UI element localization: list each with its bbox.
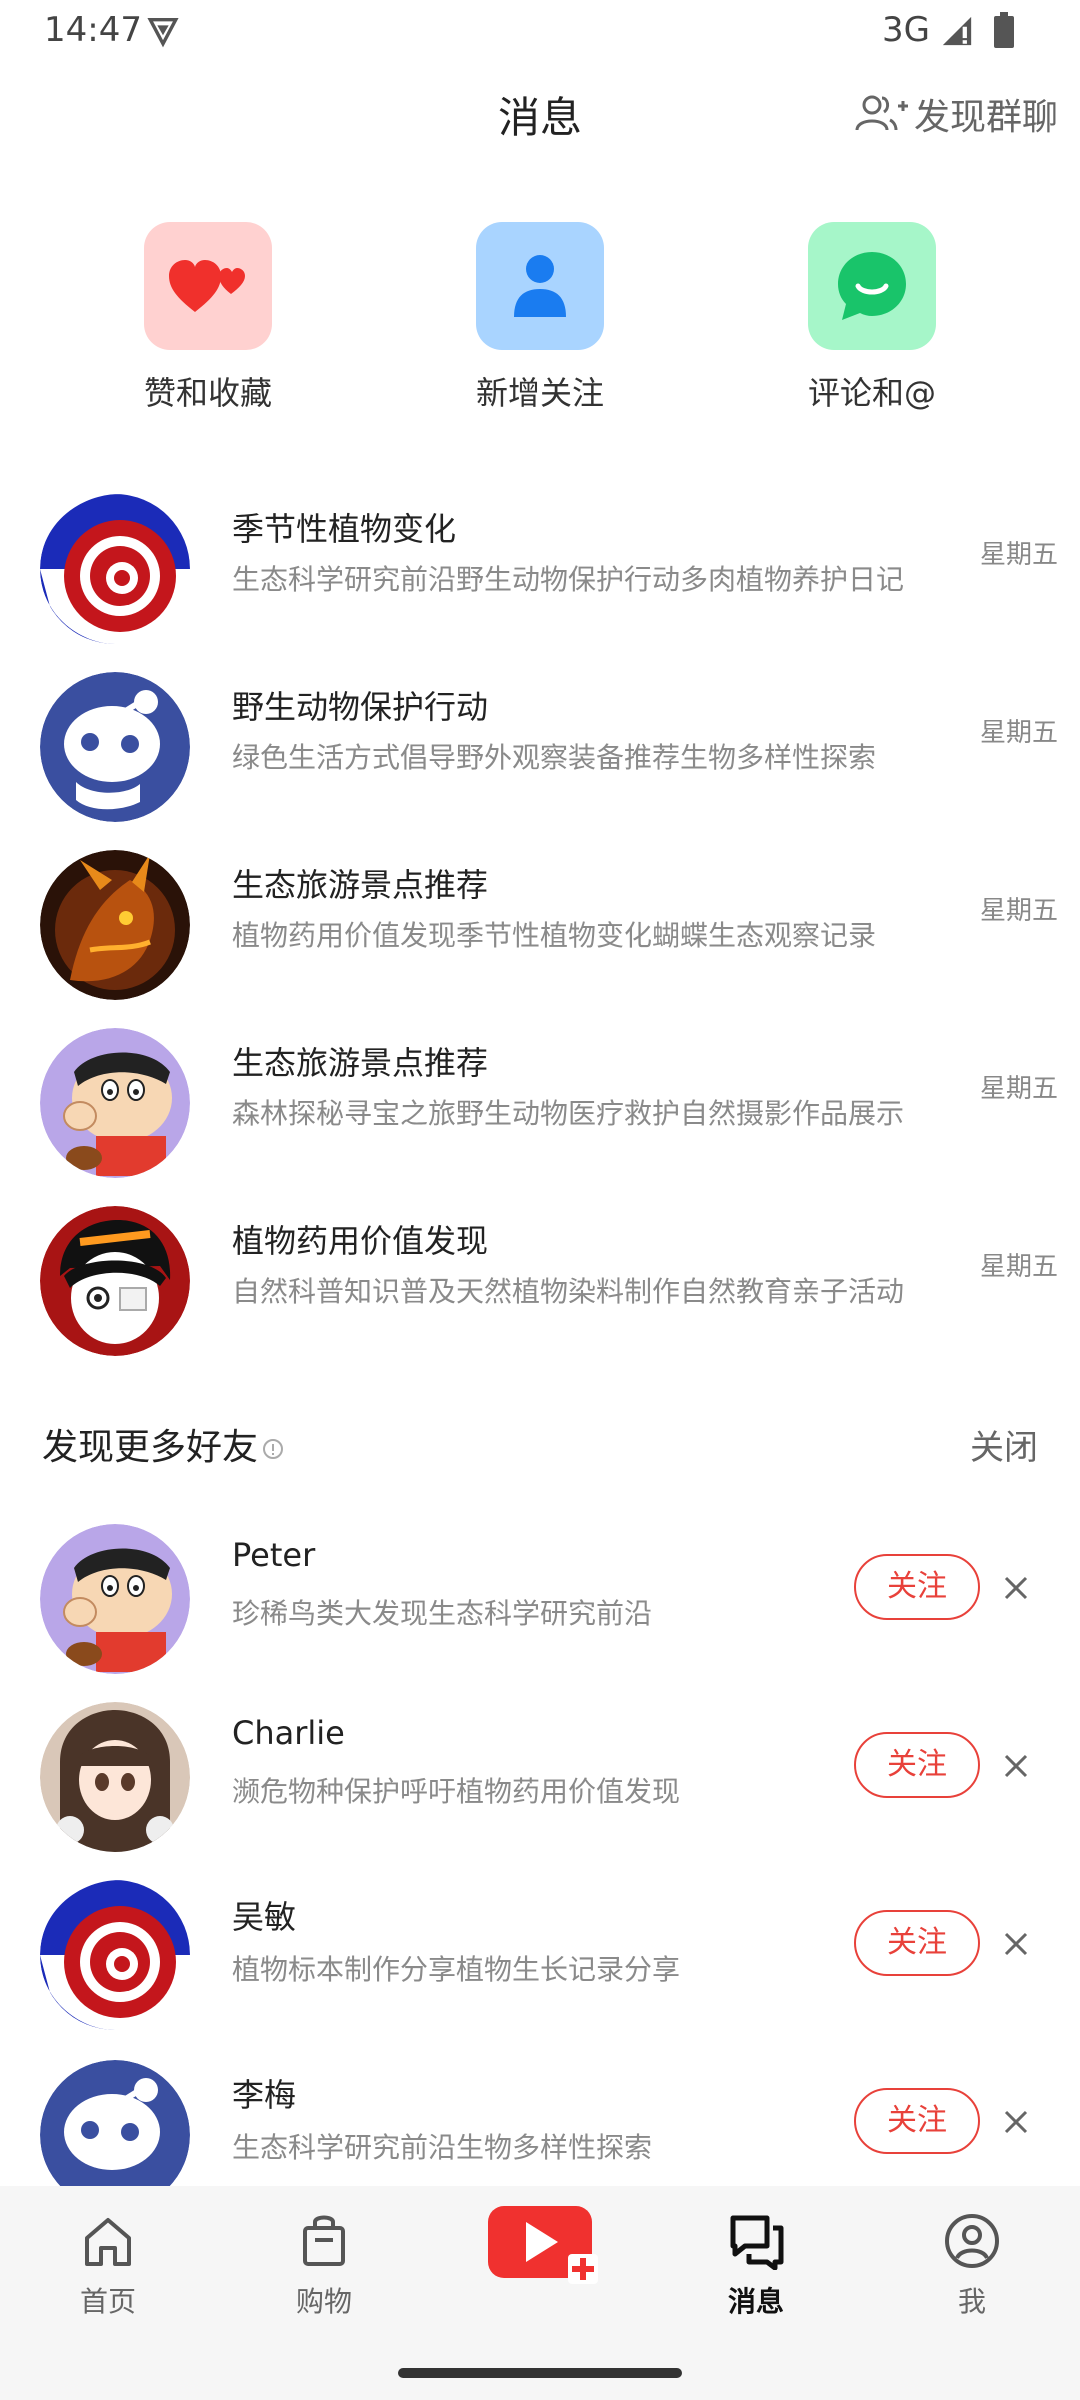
message-preview: 森林探秘寻宝之旅野生动物医疗救护自然摄影作品展示 (232, 1097, 905, 1130)
signal-icon (942, 16, 972, 46)
message-item[interactable]: 植物药用价值发现 自然科普知识普及天然植物染料制作自然教育亲子活动 星期五 (0, 1186, 1080, 1364)
nav-label: 消息 (727, 2285, 784, 2318)
cartoon-boy-avatar (40, 1524, 190, 1674)
nav-profile[interactable]: 我 (902, 2212, 1042, 2320)
recommend-desc: 植物标本制作分享植物生长记录分享 (232, 1953, 681, 1986)
cartoon-boy-avatar (40, 1028, 190, 1178)
dragon-avatar (40, 850, 190, 1000)
recommend-name: 李梅 (232, 2076, 297, 2114)
follow-button[interactable]: 关注 (854, 1910, 980, 1976)
recommend-item[interactable]: Peter 珍稀鸟类大发现生态科学研究前沿 关注 (0, 1508, 1080, 1686)
message-preview: 绿色生活方式倡导野外观察装备推荐生物多样性探索 (232, 741, 877, 774)
header: 消息 发现群聊 (0, 70, 1080, 154)
status-time: 14:47 (44, 10, 142, 50)
nav-label: 我 (957, 2285, 986, 2318)
message-title: 生态旅游景点推荐 (232, 1044, 489, 1082)
publish-plus-icon[interactable] (484, 2202, 600, 2290)
chat-bubble-icon (838, 252, 906, 320)
followers-tile (476, 222, 604, 350)
recommend-item[interactable]: Charlie 濒危物种保护呼吁植物药用价值发现 关注 (0, 1686, 1080, 1864)
message-time: 星期五 (979, 540, 1058, 570)
recommend-name: Charlie (232, 1714, 345, 1752)
nav-label: 首页 (79, 2285, 136, 2318)
nav-home[interactable]: 首页 (38, 2212, 178, 2320)
anime-boy-avatar (40, 1206, 190, 1356)
section-title-text: 发现更多好友 (42, 1427, 259, 1468)
home-icon (85, 2218, 131, 2266)
message-title: 植物药用价值发现 (232, 1222, 489, 1260)
info-icon[interactable] (262, 1438, 284, 1460)
swirl-avatar (40, 494, 190, 644)
message-item[interactable]: 季节性植物变化 生态科学研究前沿野生动物保护行动多肉植物养护日记 星期五 (0, 474, 1080, 652)
message-item[interactable]: 野生动物保护行动 绿色生活方式倡导野外观察装备推荐生物多样性探索 星期五 (0, 652, 1080, 830)
swirl-avatar (40, 1880, 190, 2030)
battery-icon (994, 12, 1014, 48)
discover-group-button[interactable]: 发现群聊 (854, 88, 1058, 140)
message-item[interactable]: 生态旅游景点推荐 森林探秘寻宝之旅野生动物医疗救护自然摄影作品展示 星期五 (0, 1008, 1080, 1186)
follow-button[interactable]: 关注 (854, 1554, 980, 1620)
message-title: 生态旅游景点推荐 (232, 866, 489, 904)
comments-tile (808, 222, 936, 350)
shortcut-row: 赞和收藏 新增关注 评论和@ (0, 222, 1080, 422)
message-time: 星期五 (979, 1252, 1058, 1282)
nav-messages[interactable]: 消息 (686, 2212, 826, 2320)
section-title: 发现更多好友 (42, 1418, 284, 1470)
message-preview: 植物药用价值发现季节性植物变化蝴蝶生态观察记录 (232, 919, 877, 952)
recommend-item[interactable]: 吴敏 植物标本制作分享植物生长记录分享 关注 (0, 1864, 1080, 2042)
message-title: 野生动物保护行动 (232, 688, 489, 726)
close-icon[interactable] (996, 1924, 1036, 1964)
alien-avatar (40, 672, 190, 822)
message-title: 季节性植物变化 (232, 510, 457, 548)
message-time: 星期五 (979, 718, 1058, 748)
message-preview: 生态科学研究前沿野生动物保护行动多肉植物养护日记 (232, 563, 905, 596)
close-recommend-button[interactable]: 关闭 (970, 1420, 1038, 1469)
message-item[interactable]: 生态旅游景点推荐 植物药用价值发现季节性植物变化蝴蝶生态观察记录 星期五 (0, 830, 1080, 1008)
add-group-icon (855, 95, 908, 131)
shortcut-comments-mentions[interactable]: 评论和@ (762, 222, 982, 414)
recommend-desc: 生态科学研究前沿生物多样性探索 (232, 2131, 653, 2164)
nav-shopping[interactable]: 购物 (254, 2212, 394, 2320)
profile-icon (945, 2214, 999, 2268)
close-icon[interactable] (996, 1568, 1036, 1608)
person-icon (514, 255, 566, 317)
shortcut-likes-favorites[interactable]: 赞和收藏 (98, 222, 318, 414)
network-type: 3G (882, 10, 930, 50)
message-time: 星期五 (979, 896, 1058, 926)
shortcut-new-followers[interactable]: 新增关注 (430, 222, 650, 414)
message-time: 星期五 (979, 1074, 1058, 1104)
shortcut-label: 评论和@ (807, 374, 936, 412)
discover-group-label: 发现群聊 (913, 97, 1058, 138)
message-preview: 自然科普知识普及天然植物染料制作自然教育亲子活动 (232, 1275, 905, 1308)
close-icon[interactable] (996, 1746, 1036, 1786)
shopping-bag-icon (303, 2215, 345, 2266)
recommend-name: Peter (232, 1536, 316, 1574)
shortcut-label: 新增关注 (475, 374, 604, 412)
vpn-icon (147, 17, 179, 48)
status-bar: 14:47 3G (0, 0, 1080, 60)
anime-girl-avatar (40, 1702, 190, 1852)
recommend-desc: 濒危物种保护呼吁植物药用价值发现 (232, 1775, 681, 1808)
shortcut-label: 赞和收藏 (143, 374, 272, 412)
recommend-name: 吴敏 (232, 1898, 297, 1936)
home-indicator[interactable] (398, 2368, 682, 2378)
recommend-desc: 珍稀鸟类大发现生态科学研究前沿 (232, 1597, 653, 1630)
heart-icon (169, 260, 245, 312)
follow-button[interactable]: 关注 (854, 1732, 980, 1798)
messages-icon (730, 2215, 784, 2270)
nav-label: 购物 (295, 2285, 352, 2318)
likes-tile (144, 222, 272, 350)
close-icon[interactable] (996, 2102, 1036, 2142)
recommend-section-header: 发现更多好友 关闭 (0, 1410, 1080, 1480)
follow-button[interactable]: 关注 (854, 2088, 980, 2154)
